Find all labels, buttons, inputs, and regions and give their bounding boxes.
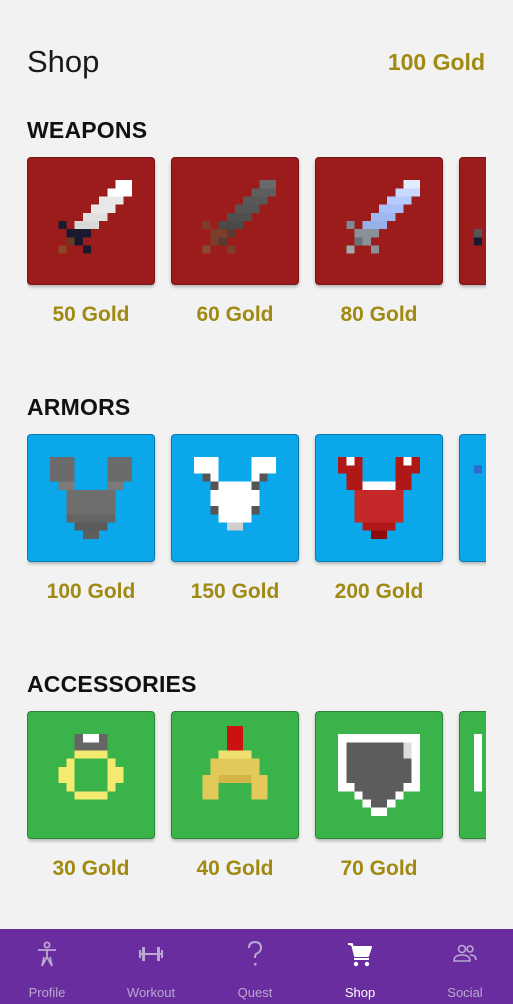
nav-label: Social [447, 985, 483, 1000]
item-price: 2 [451, 580, 486, 604]
sword-icon [474, 229, 483, 246]
shop-item-weapon[interactable]: 1 [459, 157, 486, 327]
iron-sword-icon [58, 180, 132, 254]
item-price: 1 [451, 303, 486, 327]
people-icon [453, 944, 477, 962]
nav-profile[interactable]: Profile [0, 929, 97, 1004]
top-bar: Shop 100 Gold [0, 0, 513, 110]
shop-item-accessory[interactable]: 70 Gold [315, 711, 443, 881]
shield-icon [338, 734, 420, 816]
shop-item-weapon[interactable]: 80 Gold [315, 157, 443, 327]
shop-item-weapon[interactable]: 60 Gold [171, 157, 299, 327]
red-armor-icon [338, 457, 420, 539]
nav-quest[interactable]: Quest [205, 929, 305, 1004]
nav-label: Workout [126, 985, 176, 1000]
item-tile[interactable] [171, 157, 299, 285]
item-price: 100 Gold [46, 580, 136, 603]
item-price: 200 Gold [334, 580, 424, 603]
helmet-icon [202, 726, 268, 800]
item-tile[interactable] [27, 434, 155, 562]
item-price: 150 Gold [190, 580, 280, 603]
item-tile[interactable] [171, 434, 299, 562]
item-price: 30 Gold [52, 857, 130, 880]
item-price: 70 Gold [340, 857, 418, 880]
shop-item-armor[interactable]: 2 [459, 434, 486, 604]
shop-item-armor[interactable]: 200 Gold [315, 434, 443, 604]
item-tile[interactable] [459, 711, 486, 839]
shop-item-accessory[interactable]: 30 Gold [27, 711, 155, 881]
item-tile[interactable] [171, 711, 299, 839]
section-title-weapons: WEAPONS [27, 117, 148, 143]
nav-label: Shop [344, 985, 376, 1000]
shop-item-accessory[interactable]: 40 Gold [171, 711, 299, 881]
rusty-sword-icon [202, 180, 276, 254]
page-title: Shop [27, 44, 100, 79]
armors-row[interactable]: 100 Gold 150 Gold 200 Gold [27, 434, 486, 604]
item-price: 50 Gold [52, 303, 130, 326]
shop-item-armor[interactable]: 150 Gold [171, 434, 299, 604]
crystal-sword-icon [346, 180, 420, 254]
section-title-accessories: ACCESSORIES [27, 671, 197, 697]
bottom-navigation: Profile Workout Quest Shop Social [0, 929, 513, 1004]
nav-shop[interactable]: Shop [310, 929, 410, 1004]
nav-social[interactable]: Social [415, 929, 513, 1004]
white-armor-icon [194, 457, 276, 531]
iron-armor-icon [50, 457, 132, 539]
section-title-armors: ARMORS [27, 394, 131, 420]
shop-item-weapon[interactable]: 50 Gold [27, 157, 155, 327]
item-price: 7 [451, 857, 486, 881]
question-icon [248, 941, 263, 966]
dumbbell-icon [139, 947, 163, 961]
cart-icon [348, 943, 372, 967]
item-tile[interactable] [27, 711, 155, 839]
armor-icon [474, 465, 483, 474]
item-tile[interactable] [459, 157, 486, 285]
item-tile[interactable] [315, 434, 443, 562]
ring-icon [58, 734, 124, 800]
item-tile[interactable] [27, 157, 155, 285]
item-tile[interactable] [315, 711, 443, 839]
person-icon [38, 941, 56, 967]
accessory-icon [474, 734, 483, 792]
item-price: 40 Gold [196, 857, 274, 880]
nav-workout[interactable]: Workout [101, 929, 201, 1004]
shop-item-accessory[interactable]: 7 [459, 711, 486, 881]
shop-item-armor[interactable]: 100 Gold [27, 434, 155, 604]
item-tile[interactable] [315, 157, 443, 285]
accessories-row[interactable]: 30 Gold 40 Gold 70 Gold [27, 711, 486, 881]
nav-label: Profile [28, 985, 66, 1000]
item-price: 80 Gold [340, 303, 418, 326]
weapons-row[interactable]: 50 Gold 60 Gold 80 Gold [27, 157, 486, 327]
nav-label: Quest [237, 985, 273, 1000]
item-tile[interactable] [459, 434, 486, 562]
item-price: 60 Gold [196, 303, 274, 326]
gold-balance: 100 Gold [387, 49, 485, 75]
